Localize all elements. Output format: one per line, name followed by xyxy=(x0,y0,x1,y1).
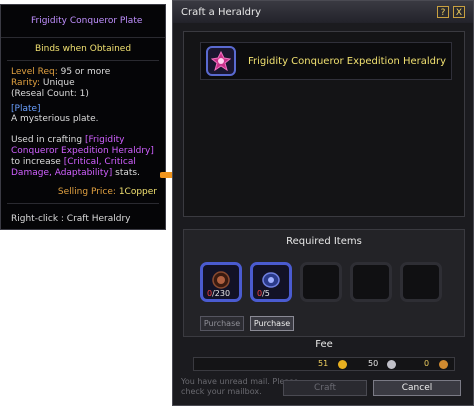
craft-suffix: stats. xyxy=(112,168,140,178)
gold-coin-icon xyxy=(338,360,347,369)
craft-button[interactable]: Craft xyxy=(283,380,367,396)
window-titlebar[interactable]: Craft a Heraldry ? X xyxy=(173,1,473,23)
tooltip-price: Selling Price: 1Copper xyxy=(1,187,165,197)
required-slot-5 xyxy=(400,262,442,302)
tooltip-craft-info: Used in crafting [Frigidity Conqueror Ex… xyxy=(1,135,165,179)
required-items-title: Required Items xyxy=(286,236,362,247)
price-value: 1Copper xyxy=(115,187,157,197)
purchase-button-2[interactable]: Purchase xyxy=(250,316,294,331)
tooltip-rarity: Rarity: Unique xyxy=(1,78,165,89)
required-slot-1[interactable]: 0/230 xyxy=(200,262,242,302)
rarity-value: Unique xyxy=(40,78,75,88)
result-item-bar: Frigidity Conqueror Expedition Heraldry xyxy=(200,42,452,80)
tooltip-divider-bottom xyxy=(7,203,159,204)
close-button[interactable]: X xyxy=(453,6,465,18)
craft-heraldry-window: Craft a Heraldry ? X Frigidity Conqueror… xyxy=(172,0,474,406)
required-items-panel: Required Items 0/230 0/5 Purchase Purcha… xyxy=(183,229,465,337)
tooltip-level: Level Req: 95 or more xyxy=(1,67,165,78)
level-label: Level Req: xyxy=(11,67,58,77)
slot-2-total: /5 xyxy=(262,289,270,298)
heraldry-emblem-icon xyxy=(211,51,231,71)
item-tooltip: Frigidity Conqueror Plate Binds when Obt… xyxy=(0,4,166,230)
required-slot-2[interactable]: 0/5 xyxy=(250,262,292,302)
cancel-button[interactable]: Cancel xyxy=(373,380,461,396)
heraldry-icon[interactable] xyxy=(206,46,236,76)
result-panel: Frigidity Conqueror Expedition Heraldry xyxy=(183,31,465,217)
fee-row: 51 50 0 xyxy=(193,357,455,371)
fee-gold-value: 51 xyxy=(318,359,329,368)
material-gem-icon xyxy=(262,272,280,288)
tooltip-divider xyxy=(7,60,159,61)
copper-coin-icon xyxy=(439,360,448,369)
required-slots: 0/230 0/5 xyxy=(200,262,442,302)
fee-label: Fee xyxy=(315,339,333,350)
level-value: 95 or more xyxy=(57,67,111,77)
window-title: Craft a Heraldry xyxy=(181,6,262,18)
craft-prefix: Used in crafting xyxy=(11,135,85,145)
rarity-label: Rarity: xyxy=(11,78,41,88)
craft-middle: to increase xyxy=(11,157,64,167)
purchase-row: Purchase Purchase xyxy=(200,316,294,331)
slot-1-total: /230 xyxy=(212,289,231,298)
purchase-button-1[interactable]: Purchase xyxy=(200,316,244,331)
result-item-name: Frigidity Conqueror Expedition Heraldry xyxy=(248,55,447,67)
tooltip-right-click: Right-click : Craft Heraldry xyxy=(11,214,131,224)
material-plate-icon xyxy=(212,271,230,289)
slot-1-count: 0/230 xyxy=(207,289,230,298)
slot-2-count: 0/5 xyxy=(257,289,270,298)
required-slot-4 xyxy=(350,262,392,302)
fee-copper-value: 0 xyxy=(424,359,430,368)
fee-silver-value: 50 xyxy=(368,359,379,368)
required-slot-3 xyxy=(300,262,342,302)
silver-coin-icon xyxy=(387,360,396,369)
price-label: Selling Price: xyxy=(57,187,116,197)
tooltip-type: [Plate] xyxy=(11,104,41,114)
tooltip-reseal: (Reseal Count: 1) xyxy=(11,89,89,99)
tooltip-desc: A mysterious plate. xyxy=(11,114,99,124)
help-button[interactable]: ? xyxy=(437,6,449,18)
tooltip-binds: Binds when Obtained xyxy=(34,44,132,54)
tooltip-title: Frigidity Conqueror Plate xyxy=(1,5,165,38)
